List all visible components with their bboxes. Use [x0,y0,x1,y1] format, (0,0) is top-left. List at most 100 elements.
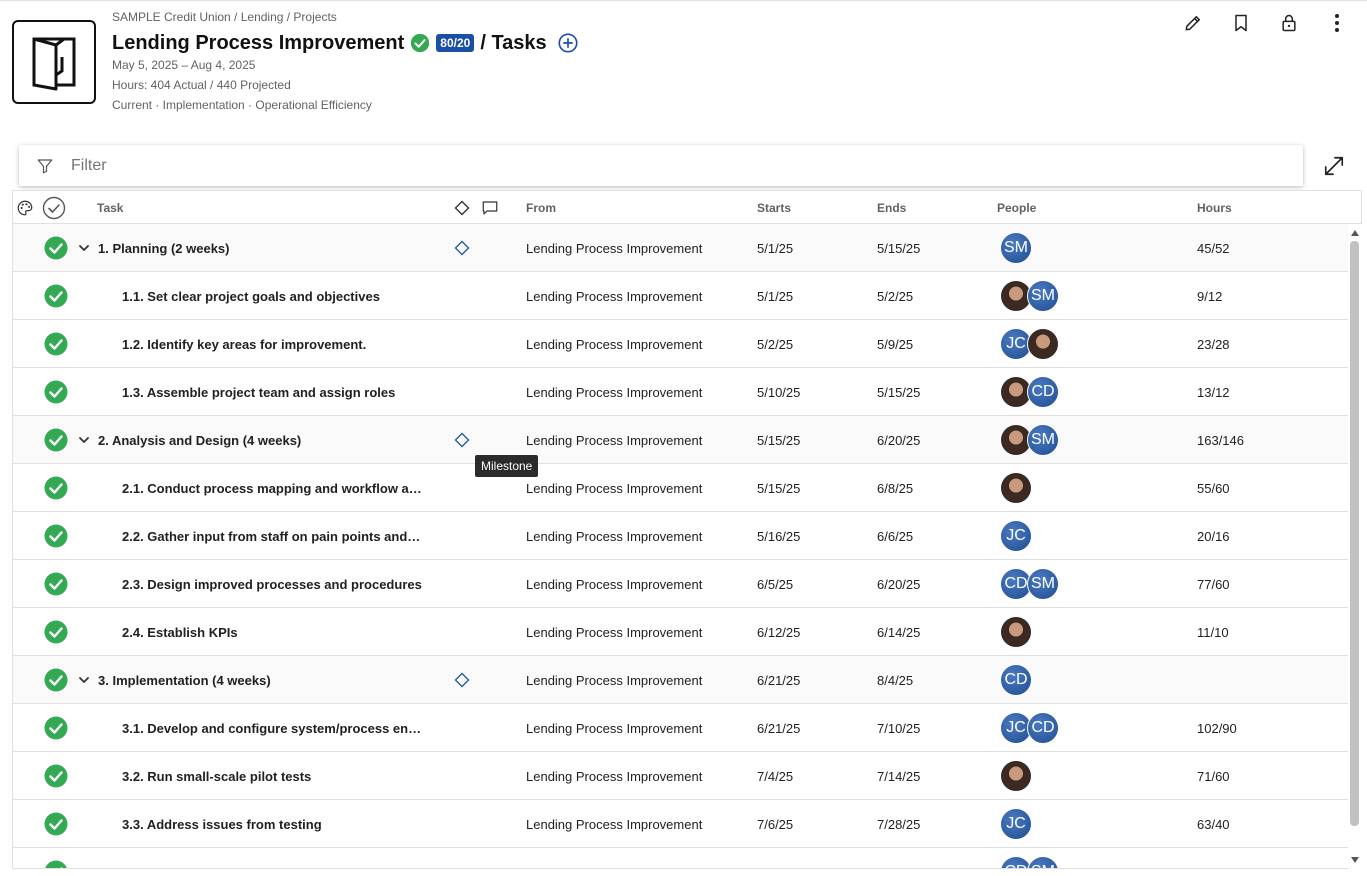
task-name-cell[interactable]: 2.2. Gather input from staff on pain poi… [122,512,422,560]
avatar-photo[interactable] [1027,328,1059,360]
task-name[interactable]: 2.2. Gather input from staff on pain poi… [122,529,422,544]
task-name-cell[interactable]: 2.4. Establish KPIs [122,608,238,656]
people-cell[interactable]: CDSM [1000,560,1059,608]
task-name-cell[interactable]: 3.1. Develop and configure system/proces… [122,704,422,752]
table-row[interactable]: 2.3. Design improved processes and proce… [13,560,1349,608]
chevron-down-icon[interactable] [77,433,91,447]
milestone-marker[interactable] [454,656,470,704]
complete-toggle[interactable] [44,800,68,848]
task-name[interactable]: 3. Implementation (4 weeks) [98,673,271,688]
expand-button[interactable] [1318,150,1350,182]
avatar-group[interactable]: CD [1000,664,1032,696]
avatar[interactable]: SM [1027,424,1059,456]
complete-check-icon[interactable] [44,668,68,692]
people-cell[interactable]: SM [1000,272,1059,320]
people-cell[interactable]: CD [1000,656,1032,704]
task-name[interactable]: 3.2. Run small-scale pilot tests [122,769,311,784]
chevron-down-icon[interactable] [77,673,91,687]
table-row[interactable]: 2.4. Establish KPIs Lending Process Impro… [13,608,1349,656]
table-row[interactable]: 2.2. Gather input from staff on pain poi… [13,512,1349,560]
complete-check-icon[interactable] [44,620,68,644]
milestone-column-header[interactable] [454,191,470,224]
task-name[interactable]: 3.3. Address issues from testing [122,817,322,832]
milestone-marker[interactable] [454,416,470,464]
complete-toggle[interactable] [44,368,68,416]
task-name-cell[interactable]: 3.2. Run small-scale pilot tests [122,752,311,800]
task-name[interactable]: 1.2. Identify key areas for improvement. [122,337,366,352]
complete-toggle[interactable] [44,560,68,608]
column-ends[interactable]: Ends [877,191,906,224]
avatar-group[interactable]: CDSM [1000,568,1059,600]
avatar-group[interactable]: JC CD [1000,712,1059,744]
complete-check-icon[interactable] [44,428,68,452]
complete-toggle[interactable] [44,464,68,512]
avatar-group[interactable]: CD [1000,376,1059,408]
avatar-group[interactable] [1000,472,1032,504]
avatar-photo[interactable] [1000,616,1032,648]
task-name-cell[interactable]: 1.1. Set clear project goals and objecti… [122,272,380,320]
complete-check-icon[interactable] [44,860,68,869]
complete-check-icon[interactable] [44,332,68,356]
table-row[interactable]: 3.2. Run small-scale pilot tests Lending … [13,752,1349,800]
avatar[interactable]: JC [1000,520,1032,552]
avatar-group[interactable]: SM [1000,232,1032,264]
complete-toggle[interactable] [44,704,68,752]
scrollbar-thumb[interactable] [1350,241,1359,826]
scroll-up-button[interactable] [1349,228,1361,238]
task-name[interactable]: 1. Planning (2 weeks) [98,241,230,256]
avatar-group[interactable] [1000,760,1032,792]
breadcrumb[interactable]: SAMPLE Credit Union / Lending / Projects [112,10,337,24]
people-cell[interactable]: JC [1000,320,1059,368]
table-row[interactable]: 3. Implementation (4 weeks) Lending Proce… [13,656,1349,704]
avatar-photo[interactable] [1000,760,1032,792]
bookmark-button[interactable] [1217,10,1265,36]
complete-toggle[interactable] [44,848,68,869]
palette-column-button[interactable] [16,191,34,224]
complete-check-icon[interactable] [44,236,68,260]
avatar[interactable]: SM [1027,280,1059,312]
filter-input[interactable] [71,145,1303,186]
task-name-cell[interactable]: 1.2. Identify key areas for improvement. [122,320,366,368]
complete-toggle[interactable] [44,320,68,368]
avatar-group[interactable]: CDSM [1000,856,1059,868]
column-task[interactable]: Task [97,191,123,224]
complete-check-icon[interactable] [44,716,68,740]
complete-check-icon[interactable] [44,476,68,500]
people-cell[interactable]: JC [1000,512,1032,560]
task-name-cell[interactable]: 1.3. Assemble project team and assign ro… [122,368,395,416]
avatar[interactable]: JC [1000,808,1032,840]
expand-toggle[interactable] [77,656,91,704]
people-cell[interactable] [1000,464,1032,512]
people-cell[interactable]: JC CD [1000,704,1059,752]
avatar-group[interactable]: JC [1000,328,1059,360]
avatar-group[interactable]: JC [1000,520,1032,552]
avatar[interactable]: CD [1000,664,1032,696]
table-row[interactable]: 3.1. Develop and configure system/proces… [13,704,1349,752]
table-row[interactable]: 1.3. Assemble project team and assign ro… [13,368,1349,416]
avatar-group[interactable]: JC [1000,808,1032,840]
avatar-photo[interactable] [1000,472,1032,504]
avatar[interactable]: CD [1027,376,1059,408]
people-cell[interactable] [1000,752,1032,800]
task-name[interactable]: 3.1. Develop and configure system/proces… [122,721,422,736]
complete-check-icon[interactable] [44,812,68,836]
task-name-cell[interactable]: 2.1. Conduct process mapping and workflo… [122,464,422,512]
avatar[interactable]: CD [1027,712,1059,744]
avatar[interactable]: SM [1027,568,1059,600]
task-name[interactable]: 2.1. Conduct process mapping and workflo… [122,481,422,496]
complete-toggle[interactable] [44,656,68,704]
table-row[interactable]: 1. Planning (2 weeks) Lending Process Imp… [13,224,1349,272]
task-name[interactable]: 2. Analysis and Design (4 weeks) [98,433,301,448]
milestone-diamond-icon[interactable] [454,240,470,256]
task-name[interactable]: 1.1. Set clear project goals and objecti… [122,289,380,304]
column-people[interactable]: People [997,191,1036,224]
avatar-group[interactable] [1000,616,1032,648]
add-task-button[interactable] [557,32,579,54]
complete-toggle[interactable] [44,512,68,560]
complete-toggle[interactable] [44,608,68,656]
table-row[interactable]: 3.3. Address issues from testing Lending … [13,800,1349,848]
comments-column-header[interactable] [481,191,499,224]
complete-check-icon[interactable] [44,572,68,596]
complete-check-icon[interactable] [44,764,68,788]
people-cell[interactable] [1000,608,1032,656]
